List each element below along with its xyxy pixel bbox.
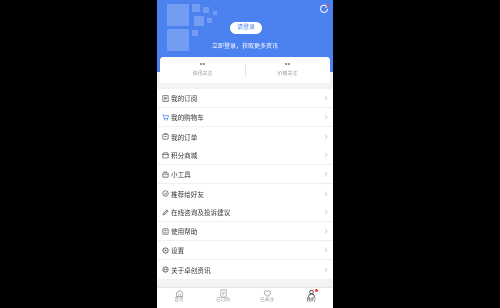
login-subtitle[interactable]: 立即登录，获取更多资讯 bbox=[157, 41, 333, 50]
tab-label: 已关注 bbox=[260, 298, 274, 303]
tab-label: 已订阅 bbox=[216, 298, 230, 303]
order-icon bbox=[162, 133, 169, 140]
bottom-tab-bar: 首页 已订阅 已关注 我的 bbox=[157, 287, 333, 308]
chevron-right-icon bbox=[324, 134, 328, 139]
tab-followed[interactable]: 已关注 bbox=[245, 288, 289, 308]
login-button[interactable]: 请登录 bbox=[230, 22, 262, 34]
stat-value: -- bbox=[199, 60, 206, 68]
stat-news-follow[interactable]: -- 资讯关注 bbox=[160, 57, 245, 83]
stat-price-follow[interactable]: -- 价格关注 bbox=[245, 57, 330, 83]
subscription-icon bbox=[162, 94, 169, 102]
menu-item-settings[interactable]: 设置 bbox=[157, 241, 333, 260]
menu-item-recommend[interactable]: 推荐给好友 bbox=[157, 184, 333, 203]
about-icon bbox=[162, 266, 169, 273]
menu-item-label: 我的订阅 bbox=[171, 95, 198, 103]
menu-item-label: 我的购物车 bbox=[171, 114, 204, 122]
recommend-icon bbox=[162, 190, 169, 197]
stat-value: -- bbox=[284, 60, 291, 68]
menu-item-label: 关于卓创资讯 bbox=[171, 266, 211, 275]
tab-label: 我的 bbox=[306, 298, 316, 303]
menu-item-label: 积分商城 bbox=[171, 152, 198, 160]
stat-label: 资讯关注 bbox=[192, 71, 213, 77]
cart-icon bbox=[162, 114, 169, 120]
menu-group-account: 我的订阅 我的购物车 我的订单 bbox=[157, 89, 333, 146]
menu-item-cart[interactable]: 我的购物车 bbox=[157, 108, 333, 127]
subscribed-icon bbox=[219, 289, 227, 298]
menu-group-services: 积分商城 小工具 推荐给好友 bbox=[157, 146, 333, 203]
chevron-right-icon bbox=[324, 171, 328, 177]
menu-item-label: 推荐给好友 bbox=[171, 190, 204, 199]
menu-item-about[interactable]: 关于卓创资讯 bbox=[157, 260, 333, 279]
help-icon bbox=[162, 228, 169, 234]
stat-label: 价格关注 bbox=[277, 71, 298, 77]
points-mall-icon bbox=[162, 152, 169, 158]
menu-item-label: 设置 bbox=[171, 247, 185, 255]
menu-item-help[interactable]: 使用帮助 bbox=[157, 222, 333, 241]
menu-item-tools[interactable]: 小工具 bbox=[157, 165, 333, 184]
feedback-icon bbox=[162, 209, 169, 215]
menu-group-help: 在线咨询及投诉建议 使用帮助 设置 关于卓创资讯 bbox=[157, 203, 333, 279]
menu-item-feedback[interactable]: 在线咨询及投诉建议 bbox=[157, 203, 333, 222]
notification-dot bbox=[315, 289, 318, 292]
home-icon bbox=[175, 289, 183, 298]
tab-profile[interactable]: 我的 bbox=[289, 288, 333, 308]
menu-item-label: 小工具 bbox=[171, 171, 191, 179]
chevron-right-icon bbox=[324, 267, 328, 272]
chevron-right-icon bbox=[324, 95, 328, 101]
chevron-right-icon bbox=[324, 247, 328, 253]
menu-item-subscription[interactable]: 我的订阅 bbox=[157, 89, 333, 108]
menu-item-points-mall[interactable]: 积分商城 bbox=[157, 146, 333, 165]
menu-item-orders[interactable]: 我的订单 bbox=[157, 127, 333, 146]
chevron-right-icon bbox=[324, 191, 328, 196]
menu-item-label: 我的订单 bbox=[171, 133, 198, 142]
phone-screen: 请登录 立即登录，获取更多资讯 -- 资讯关注 -- 价格关注 我的订阅 我的购… bbox=[157, 0, 333, 308]
chevron-right-icon bbox=[324, 228, 328, 234]
heart-icon bbox=[263, 290, 271, 297]
chevron-right-icon bbox=[324, 152, 328, 158]
tab-home[interactable]: 首页 bbox=[157, 288, 201, 308]
menu-item-label: 在线咨询及投诉建议 bbox=[171, 209, 231, 217]
tab-label: 首页 bbox=[174, 298, 184, 303]
refresh-icon[interactable] bbox=[319, 4, 329, 14]
stats-card: -- 资讯关注 -- 价格关注 bbox=[160, 57, 330, 83]
settings-icon bbox=[162, 246, 169, 254]
menu-item-label: 使用帮助 bbox=[171, 228, 198, 236]
tab-subscribed[interactable]: 已订阅 bbox=[201, 288, 245, 308]
tools-icon bbox=[162, 171, 169, 177]
chevron-right-icon bbox=[324, 114, 328, 120]
chevron-right-icon bbox=[324, 209, 328, 215]
